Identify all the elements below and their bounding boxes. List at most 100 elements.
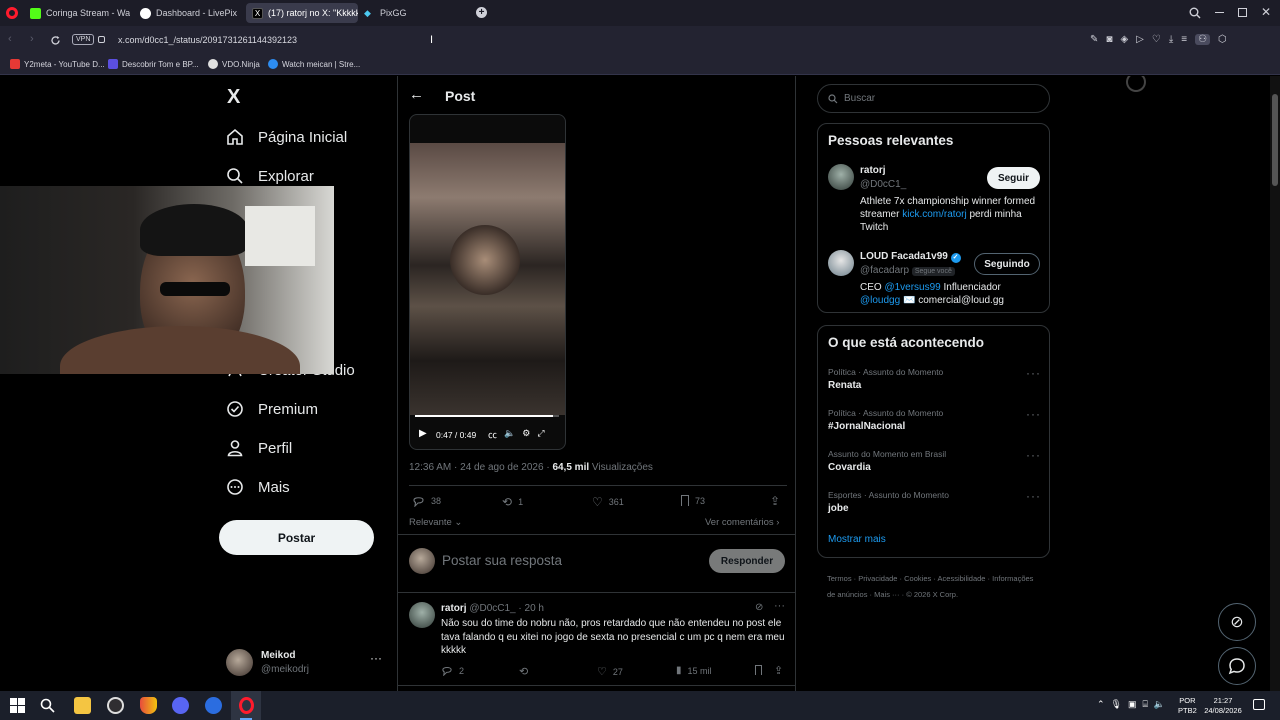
shield-icon[interactable]: ◈	[1120, 34, 1128, 45]
bookmark-y2meta[interactable]: Y2meta - YouTube D...	[10, 59, 105, 69]
download-icon[interactable]: ⤓	[1169, 34, 1173, 45]
reply-bookmark[interactable]	[755, 665, 762, 675]
keyboard-language[interactable]: POR PTB2	[1178, 696, 1197, 716]
reply-replies[interactable]: 2	[441, 665, 464, 676]
reply-views[interactable]: ▮ 15 mil	[676, 665, 712, 676]
page-scrollbar[interactable]	[1270, 76, 1280, 691]
nav-item-explore[interactable]: Explorar	[226, 167, 314, 185]
taskbar-search-icon[interactable]	[40, 698, 55, 713]
search-input[interactable]: Buscar	[817, 84, 1050, 113]
camera-icon[interactable]: ◙	[1106, 34, 1112, 45]
trend-more-icon[interactable]: ···	[1026, 407, 1041, 421]
nav-item-home[interactable]: Página Inicial	[226, 128, 347, 146]
bio-link[interactable]: @1versus99	[884, 282, 940, 293]
app-blue-icon[interactable]	[205, 697, 222, 714]
edit-icon[interactable]: ✎	[1090, 34, 1098, 45]
lock-icon[interactable]	[98, 36, 105, 43]
post-button[interactable]: Postar	[219, 520, 374, 555]
forward-icon[interactable]: ›	[30, 33, 34, 45]
settings-icon[interactable]: ⚙	[522, 428, 530, 441]
footer-link[interactable]: Privacidade	[858, 574, 897, 583]
bookmark-descobrir-tom[interactable]: Descobrir Tom e BP...	[108, 59, 199, 69]
volume-icon[interactable]: 🔈	[504, 428, 515, 441]
tab-dashboard-livepix[interactable]: Dashboard - LivePix	[134, 3, 244, 23]
grok-icon[interactable]: ⊘	[755, 602, 763, 613]
obs-icon[interactable]	[107, 697, 124, 714]
account-switcher[interactable]: Meikod @meikodrj ···	[226, 649, 384, 677]
captions-icon[interactable]: ㏄	[488, 428, 497, 441]
search-tabs-icon[interactable]	[1189, 7, 1201, 19]
scrollbar-thumb[interactable]	[1272, 94, 1278, 186]
x-logo[interactable]: X	[227, 86, 240, 109]
bookmark-watch-meican[interactable]: Watch meican | Stre...	[268, 59, 360, 69]
like-action[interactable]: ♡ 361	[592, 495, 624, 509]
bio-link[interactable]: @loudgg	[860, 295, 900, 306]
share-action[interactable]: ⇪	[770, 494, 780, 508]
network-icon[interactable]: ⌸	[1143, 699, 1148, 710]
follow-button[interactable]: Seguir	[987, 167, 1040, 189]
opera-taskbar-active[interactable]	[231, 691, 261, 720]
bookmark-vdo-ninja[interactable]: VDO.Ninja	[208, 59, 260, 69]
tab-pixgg[interactable]: ◆ PixGG	[358, 3, 468, 23]
trend-item[interactable]: Política · Assunto do Momento Renata ···	[818, 364, 1049, 402]
footer-link[interactable]: Acessibilidade	[938, 574, 986, 583]
grok-float-button[interactable]: ⊘	[1218, 603, 1256, 641]
opera-logo-icon[interactable]	[6, 7, 18, 19]
volume-icon[interactable]: 🔈	[1154, 699, 1165, 710]
trend-item[interactable]: Assunto do Momento em Brasil Covardia ··…	[818, 446, 1049, 484]
close-window-icon[interactable]: ✕	[1261, 5, 1271, 19]
tab-x-post[interactable]: X (17) ratorj no X: "Kkkkk o	[246, 3, 358, 23]
vpn-badge[interactable]: VPN	[72, 34, 95, 45]
nav-item-profile[interactable]: Perfil	[226, 439, 292, 457]
trend-more-icon[interactable]: ···	[1026, 489, 1041, 503]
view-quotes-link[interactable]: Ver comentários ›	[705, 517, 779, 528]
trend-more-icon[interactable]: ···	[1026, 366, 1041, 380]
nav-item-premium[interactable]: Premium	[226, 400, 318, 418]
account-menu-icon[interactable]: ···	[370, 651, 382, 665]
microphone-icon[interactable]: 🎙	[1111, 699, 1122, 710]
trend-more-icon[interactable]: ···	[1026, 448, 1041, 462]
minimize-icon[interactable]	[1215, 12, 1224, 13]
bookmark-action[interactable]: 73	[681, 495, 705, 506]
trend-item[interactable]: Política · Assunto do Momento #JornalNac…	[818, 405, 1049, 443]
person-name[interactable]: LOUD Facada1v99	[860, 251, 948, 262]
person-name[interactable]: ratorj	[860, 165, 886, 176]
profile-icon[interactable]: ⚇	[1195, 34, 1211, 45]
bio-link[interactable]: kick.com/ratorj	[902, 209, 966, 220]
reply-share[interactable]: ⇪	[774, 664, 783, 677]
restore-icon[interactable]	[1238, 8, 1247, 17]
reply-avatar[interactable]	[409, 602, 435, 628]
new-tab-plus-icon[interactable]: +	[476, 7, 487, 18]
shield-app-icon[interactable]	[140, 697, 157, 714]
post-video[interactable]: ▶ 0:47 / 0:49 ㏄ 🔈 ⚙ ⤢	[409, 114, 566, 450]
show-more-link[interactable]: Mostrar mais	[828, 534, 886, 545]
back-arrow-icon[interactable]: ←	[409, 86, 424, 103]
discord-icon[interactable]	[172, 697, 189, 714]
play-icon[interactable]: ▷	[1136, 34, 1144, 45]
back-icon[interactable]: ‹	[8, 33, 12, 45]
windows-start-icon[interactable]	[10, 698, 25, 713]
reply-action[interactable]: 38	[412, 495, 441, 507]
reply-submit-button[interactable]: Responder	[709, 549, 785, 573]
menu-icon[interactable]: ≡	[1181, 34, 1187, 45]
reply-likes[interactable]: ♡ 27	[597, 665, 623, 678]
footer-link[interactable]: Mais ···	[874, 590, 899, 599]
notification-icon[interactable]	[1253, 699, 1265, 710]
tab-coringa-stream[interactable]: Coringa Stream - Watch L	[24, 3, 130, 23]
extension-icon[interactable]: ⬡	[1218, 34, 1227, 45]
trend-item[interactable]: Esportes · Assunto do Momento jobe ···	[818, 487, 1049, 525]
messages-float-button[interactable]	[1218, 647, 1256, 685]
fullscreen-icon[interactable]: ⤢	[537, 428, 544, 441]
nav-item-more[interactable]: Mais	[226, 478, 290, 496]
person-avatar[interactable]	[828, 250, 854, 276]
footer-link[interactable]: Termos	[827, 574, 852, 583]
following-button[interactable]: Seguindo	[974, 253, 1040, 275]
reply-input[interactable]: Postar sua resposta	[442, 553, 562, 568]
tray-chevron-icon[interactable]: ⌃	[1097, 699, 1105, 710]
person-avatar[interactable]	[828, 164, 854, 190]
play-icon[interactable]: ▶	[419, 428, 427, 439]
clock[interactable]: 21:27 24/08/2026	[1200, 696, 1246, 716]
reply-more-icon[interactable]: ···	[774, 600, 785, 612]
reply-reposts[interactable]: ⟲	[519, 665, 534, 678]
url-field[interactable]: x.com/d0cc1_/status/2091731261144392123	[118, 35, 297, 45]
